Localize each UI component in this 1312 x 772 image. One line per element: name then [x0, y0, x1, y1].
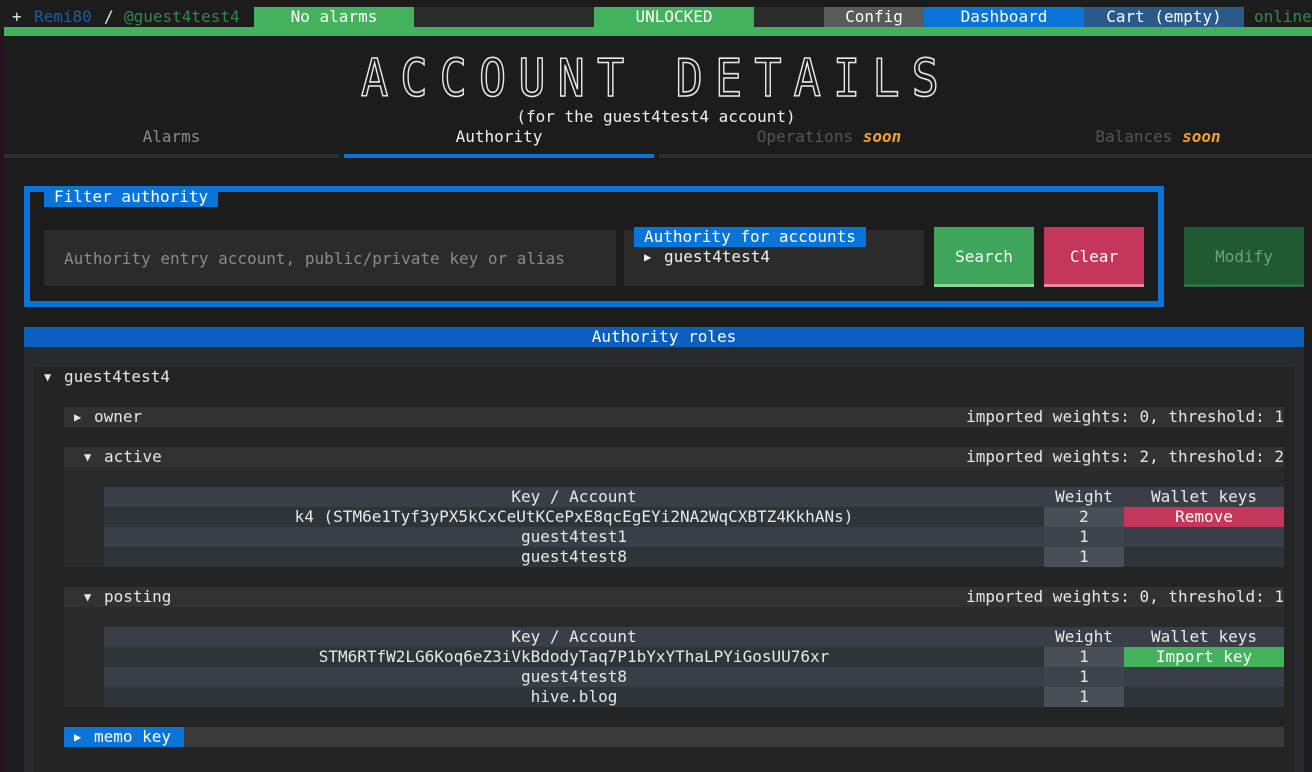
search-button[interactable]: Search — [934, 227, 1034, 287]
table-row-weight: 1 — [1044, 547, 1124, 567]
table-row-action — [1124, 667, 1284, 687]
modify-button[interactable]: Modify — [1184, 227, 1304, 287]
tab-authority[interactable]: Authority — [344, 127, 654, 147]
status-divider — [4, 27, 1312, 36]
column-header-wallet: Wallet keys — [1124, 487, 1284, 507]
role-memo[interactable] — [64, 727, 1284, 747]
add-icon[interactable]: + — [12, 7, 22, 27]
page-title: ACCOUNT DETAILS — [0, 48, 1312, 110]
table-row-action — [1124, 527, 1284, 547]
column-header-key: Key / Account — [104, 487, 1044, 507]
column-header-key: Key / Account — [104, 627, 1044, 647]
tab-underline — [659, 154, 1312, 158]
table-row-key: hive.blog — [104, 687, 1044, 707]
tab-label: Authority — [455, 127, 543, 146]
role-name[interactable]: memo key — [94, 727, 171, 747]
user-link[interactable]: Remi80 — [34, 7, 92, 27]
authority-account-item[interactable]: guest4test4 — [664, 247, 770, 267]
role-summary: imported weights: 0, threshold: 1 — [966, 587, 1284, 606]
tab-operations[interactable]: Operations soon — [659, 127, 999, 147]
tab-alarms[interactable]: Alarms — [4, 127, 339, 147]
tab-label: Alarms — [142, 127, 201, 146]
authority-accounts-label: Authority for accounts — [634, 227, 866, 247]
tab-balances[interactable]: Balances soon — [1004, 127, 1312, 147]
tab-underline — [4, 154, 339, 158]
role-name[interactable]: posting — [104, 587, 171, 607]
collapse-icon[interactable]: ▼ — [44, 367, 51, 387]
table-row-action — [1124, 687, 1284, 707]
role-name[interactable]: owner — [94, 407, 142, 427]
soon-badge: soon — [862, 127, 902, 146]
table-row-key: guest4test8 — [104, 547, 1044, 567]
expand-icon[interactable]: ▶ — [74, 407, 81, 427]
remove-key-button[interactable]: Remove — [1124, 507, 1284, 527]
table-row-key: guest4test8 — [104, 667, 1044, 687]
filter-legend: Filter authority — [44, 187, 219, 207]
page-title-text: ACCOUNT DETAILS — [361, 50, 951, 102]
table-row-key: k4 (STM6e1Tyf3yPX5kCxCeUtKCePxE8qcEgEYi2… — [104, 507, 1044, 527]
topbar-spacer — [754, 7, 824, 27]
connection-status: online — [1254, 7, 1312, 26]
config-button[interactable]: Config — [824, 7, 924, 27]
tab-label: Operations — [756, 127, 854, 146]
topbar-separator: / — [104, 7, 114, 26]
expand-icon[interactable]: ▶ — [74, 727, 81, 747]
expand-icon[interactable]: ▶ — [644, 247, 651, 267]
column-header-weight: Weight — [1044, 487, 1124, 507]
topbar-spacer — [414, 7, 594, 27]
tab-underline-active — [344, 154, 654, 158]
column-header-wallet: Wallet keys — [1124, 627, 1284, 647]
page-subtitle: (for the guest4test4 account) — [516, 107, 796, 126]
cart-button[interactable]: Cart (empty) — [1084, 7, 1244, 27]
collapse-icon[interactable]: ▼ — [84, 587, 91, 607]
column-header-weight: Weight — [1044, 627, 1124, 647]
role-summary: imported weights: 0, threshold: 1 — [966, 407, 1284, 426]
tab-label: Balances — [1095, 127, 1173, 146]
table-row-weight: 2 — [1044, 507, 1124, 527]
clear-button[interactable]: Clear — [1044, 227, 1144, 287]
account-name[interactable]: guest4test4 — [64, 367, 170, 387]
table-row-weight: 1 — [1044, 687, 1124, 707]
account-panel — [34, 367, 1294, 772]
collapse-icon[interactable]: ▼ — [84, 447, 91, 467]
role-summary: imported weights: 2, threshold: 2 — [966, 447, 1284, 466]
dashboard-button[interactable]: Dashboard — [924, 7, 1084, 27]
table-row-key: STM6RTfW2LG6Koq6eZ3iVkBdodyTaq7P1bYxYTha… — [104, 647, 1044, 667]
table-row-weight: 1 — [1044, 667, 1124, 687]
role-name[interactable]: active — [104, 447, 162, 467]
alarms-status[interactable]: No alarms — [254, 7, 414, 27]
table-row-key: guest4test1 — [104, 527, 1044, 547]
table-row-weight: 1 — [1044, 527, 1124, 547]
authority-search-input[interactable] — [44, 230, 616, 286]
table-row-weight: 1 — [1044, 647, 1124, 667]
account-link[interactable]: @guest4test4 — [124, 7, 240, 27]
import-key-button[interactable]: Import key — [1124, 647, 1284, 667]
soon-badge: soon — [1182, 127, 1221, 146]
authority-roles-header: Authority roles — [24, 327, 1304, 347]
lock-status[interactable]: UNLOCKED — [594, 7, 754, 27]
table-row-action — [1124, 547, 1284, 567]
